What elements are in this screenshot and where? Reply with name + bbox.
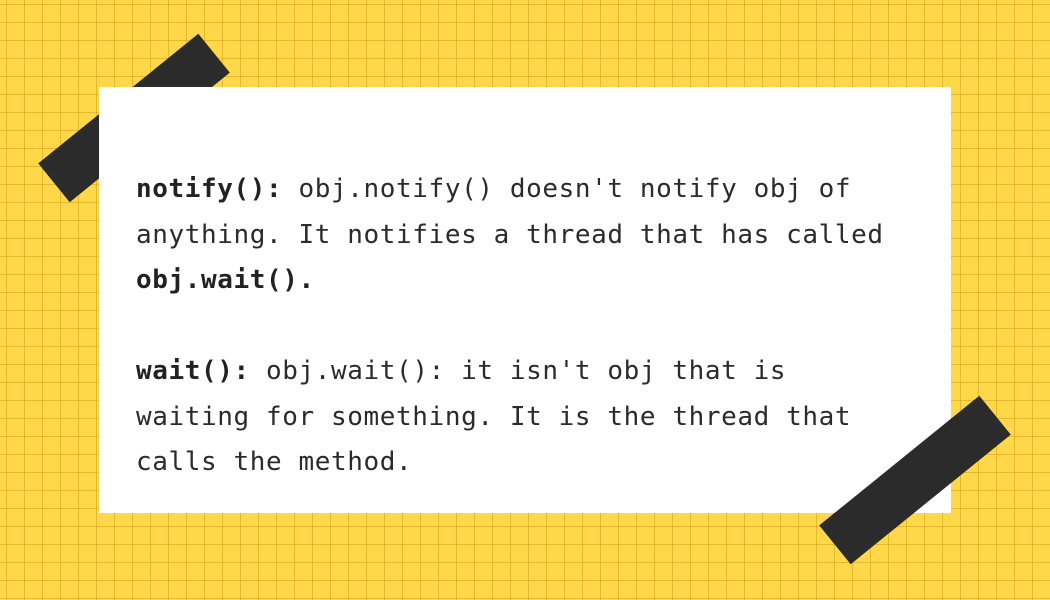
wait-keyword: wait():: [136, 356, 250, 386]
wait-explanation: wait(): obj.wait(): it isn't obj that is…: [136, 349, 916, 486]
wait-call-code: obj.wait().: [136, 265, 315, 295]
notify-keyword: notify():: [136, 174, 283, 204]
notify-explanation: notify(): obj.notify() doesn't notify ob…: [136, 167, 916, 304]
note-card: notify(): obj.notify() doesn't notify ob…: [99, 87, 951, 513]
